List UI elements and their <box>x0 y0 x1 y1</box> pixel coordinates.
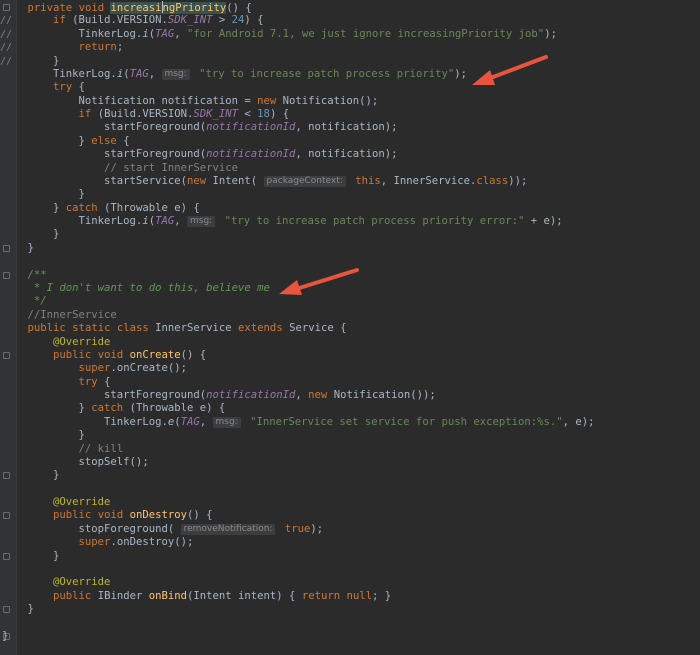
code-text: // start InnerService <box>104 161 238 174</box>
code-line: public void onDestroy() { <box>0 509 700 522</box>
code-line <box>0 563 700 576</box>
code-text: } <box>2 549 60 562</box>
code-line: private void increasingPriority() { <box>0 1 700 14</box>
code-text: super.onDestroy(); <box>78 536 194 549</box>
code-text: stopSelf(); <box>2 455 149 468</box>
code-text: } <box>2 228 60 241</box>
code-text: } catch (Throwable e) { <box>2 402 226 415</box>
code-text: // kill <box>78 442 124 455</box>
code-text: } <box>2 188 85 201</box>
code-text: * I don't want to do this, believe me <box>33 281 270 294</box>
code-text: startService(new Intent( packageContext:… <box>2 174 528 187</box>
code-line: } <box>0 188 700 201</box>
code-text: } <box>2 429 85 442</box>
code-text: } <box>2 629 9 642</box>
code-line: TinkerLog.e(TAG, msg: "InnerService set … <box>0 416 700 429</box>
code-line: startService(new Intent( packageContext:… <box>0 175 700 188</box>
code-line: // start InnerService <box>0 162 700 175</box>
code-line: // TinkerLog.i(TAG, "for Android 7.1, we… <box>0 28 700 41</box>
code-line: } <box>0 242 700 255</box>
code-line: Notification notification = new Notifica… <box>0 95 700 108</box>
code-text: @Override <box>53 335 111 348</box>
code-text: startForeground(notificationId, notifica… <box>2 121 398 134</box>
code-line: // return; <box>0 41 700 54</box>
code-text: @Override <box>53 496 111 509</box>
code-text: } <box>2 241 34 254</box>
code-line: startForeground(notificationId, notifica… <box>0 148 700 161</box>
code-line: // } <box>0 55 700 68</box>
code-text: } <box>2 603 34 616</box>
code-line: stopSelf(); <box>0 456 700 469</box>
code-line: startForeground(notificationId, new Noti… <box>0 389 700 402</box>
code-line <box>0 616 700 629</box>
code-text: startForeground(notificationId, notifica… <box>2 148 398 161</box>
code-text: public static class InnerService extends… <box>27 322 347 335</box>
gutter-marker <box>0 616 16 629</box>
code-line: // kill <box>0 443 700 456</box>
code-editor[interactable]: private void increasingPriority() {// if… <box>0 0 700 655</box>
text-caret <box>161 1 163 13</box>
code-line: } else { <box>0 135 700 148</box>
code-line: } catch (Throwable e) { <box>0 402 700 415</box>
code-line: } <box>0 429 700 442</box>
code-line: } <box>0 630 700 643</box>
code-text: private void increasingPriority() { <box>27 1 252 14</box>
code-line: try { <box>0 376 700 389</box>
code-text: } <box>2 54 60 67</box>
code-line: startForeground(notificationId, notifica… <box>0 121 700 134</box>
code-text: @Override <box>53 576 111 589</box>
code-text: } <box>2 469 60 482</box>
code-text: try { <box>53 81 85 94</box>
code-text: /** <box>27 268 47 281</box>
gutter-marker <box>0 483 16 496</box>
code-line: // if (Build.VERSION.SDK_INT > 24) { <box>0 14 700 27</box>
code-line: } <box>0 228 700 241</box>
code-line: super.onCreate(); <box>0 362 700 375</box>
code-line: } catch (Throwable e) { <box>0 202 700 215</box>
code-text: if (Build.VERSION.SDK_INT > 24) { <box>53 14 264 27</box>
gutter-marker <box>0 255 16 268</box>
code-text: startForeground(notificationId, new Noti… <box>2 389 436 402</box>
code-line: @Override <box>0 496 700 509</box>
code-line: super.onDestroy(); <box>0 536 700 549</box>
code-text: public void onDestroy() { <box>53 509 213 522</box>
code-text: Notification notification = new Notifica… <box>2 94 379 107</box>
code-line: if (Build.VERSION.SDK_INT < 18) { <box>0 108 700 121</box>
code-line: } <box>0 469 700 482</box>
code-text: public void onCreate() { <box>53 348 207 361</box>
code-text: //InnerService <box>27 308 117 321</box>
code-line: @Override <box>0 336 700 349</box>
code-line: TinkerLog.i(TAG, msg: "try to increase p… <box>0 68 700 81</box>
code-line: public static class InnerService extends… <box>0 322 700 335</box>
code-line: //InnerService <box>0 309 700 322</box>
code-text: public IBinder onBind(Intent intent) { r… <box>53 589 392 602</box>
code-line <box>0 483 700 496</box>
code-line: public IBinder onBind(Intent intent) { r… <box>0 590 700 603</box>
code-text: TinkerLog.i(TAG, "for Android 7.1, we ju… <box>2 27 557 40</box>
code-text: TinkerLog.i(TAG, msg: "try to increase p… <box>2 67 467 80</box>
red-arrow-icon <box>472 55 548 85</box>
code-line: stopForeground( removeNotification: true… <box>0 523 700 536</box>
code-text: if (Build.VERSION.SDK_INT < 18) { <box>78 108 290 121</box>
code-text: stopForeground( removeNotification: true… <box>2 522 324 535</box>
code-text: try { <box>78 375 111 388</box>
code-line: } <box>0 550 700 563</box>
code-line: TinkerLog.i(TAG, msg: "try to increase p… <box>0 215 700 228</box>
code-text: TinkerLog.e(TAG, msg: "InnerService set … <box>2 415 595 428</box>
code-line: } <box>0 603 700 616</box>
code-text: } else { <box>2 134 130 147</box>
code-line: @Override <box>0 576 700 589</box>
code-text: } catch (Throwable e) { <box>2 201 200 214</box>
code-line: public void onCreate() { <box>0 349 700 362</box>
red-arrow-icon <box>279 268 359 295</box>
code-text: super.onCreate(); <box>78 362 187 375</box>
gutter-marker <box>0 563 16 576</box>
code-text: TinkerLog.i(TAG, msg: "try to increase p… <box>2 215 563 228</box>
code-line: try { <box>0 81 700 94</box>
code-text: */ <box>33 295 47 308</box>
code-text: return; <box>78 41 124 54</box>
